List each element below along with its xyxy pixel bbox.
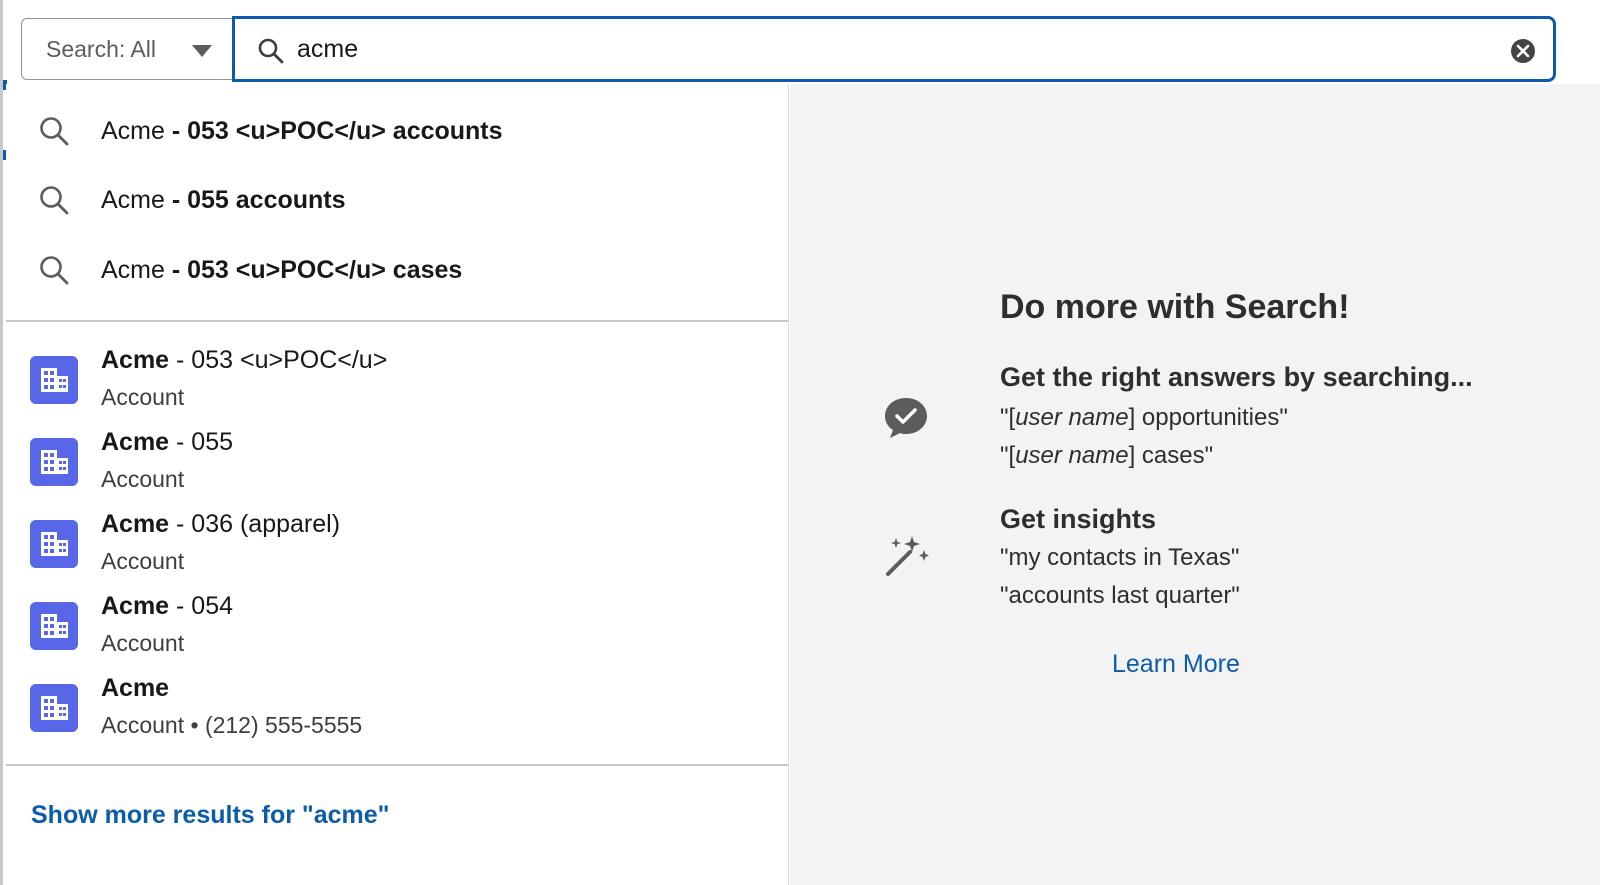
search-help-panel: Do more with Search! Get the right answe… (790, 84, 1600, 885)
result-item-account[interactable]: Acme - 053 <u>POC</u> Account (6, 346, 789, 428)
divider (6, 320, 789, 322)
result-subtitle: Account • (212) 555-5555 (101, 712, 363, 738)
help-section-heading: Get the right answers by searching... (1000, 362, 1473, 392)
result-subtitle: Account (101, 630, 185, 656)
search-icon (40, 117, 69, 146)
search-suggestion[interactable]: Acme - 055 accounts (6, 170, 789, 230)
help-example: "accounts last quarter" (1000, 582, 1240, 609)
result-title: Acme - 053 <u>POC</u> (101, 346, 388, 374)
search-icon (40, 256, 69, 285)
magic-wand-icon (886, 536, 929, 576)
result-item-account[interactable]: Acme - 036 (apparel) Account (6, 510, 789, 592)
help-section-heading: Get insights (1000, 504, 1157, 534)
search-scope-label: Search: All (46, 35, 156, 62)
search-input[interactable] (297, 29, 1497, 69)
help-example: "[user name] opportunities" (1000, 404, 1288, 431)
suggestion-text: Acme - 053 <u>POC</u> cases (101, 255, 463, 284)
result-subtitle: Account (101, 466, 185, 492)
account-icon (30, 438, 78, 486)
help-example: "[user name] cases" (1000, 442, 1214, 469)
show-more-results-link[interactable]: Show more results for "acme" (31, 801, 390, 830)
search-icon (40, 186, 69, 215)
result-item-account[interactable]: Acme - 054 Account (6, 592, 789, 674)
suggestion-text: Acme - 055 accounts (101, 185, 346, 214)
result-title: Acme - 036 (apparel) (101, 510, 341, 538)
search-suggestion[interactable]: Acme - 053 <u>POC</u> accounts (6, 101, 789, 161)
chat-check-icon (885, 398, 927, 438)
result-subtitle: Account (101, 384, 185, 410)
account-icon (30, 684, 78, 732)
search-scope-dropdown[interactable]: Search: All (21, 18, 233, 80)
account-icon (30, 602, 78, 650)
global-search-box[interactable] (232, 16, 1556, 82)
result-item-account[interactable]: Acme - 055 Account (6, 428, 789, 510)
result-title: Acme - 055 (101, 428, 234, 456)
search-icon (258, 38, 284, 64)
divider (6, 764, 789, 766)
search-results-panel: Acme - 053 <u>POC</u> accounts Acme - 05… (6, 84, 789, 885)
result-item-account[interactable]: Acme Account • (212) 555-5555 (6, 674, 789, 756)
suggestion-text: Acme - 053 <u>POC</u> accounts (101, 116, 503, 145)
result-title: Acme - 054 (101, 592, 234, 620)
search-suggestion[interactable]: Acme - 053 <u>POC</u> cases (6, 240, 789, 300)
clear-search-icon[interactable] (1509, 37, 1537, 65)
help-title: Do more with Search! (1000, 288, 1350, 326)
search-dropdown-frame: Search: All Acme - 053 <u>POC</u> accoun… (0, 0, 1600, 885)
caret-down-icon (192, 45, 212, 57)
account-icon (30, 356, 78, 404)
result-title: Acme (101, 674, 170, 702)
result-subtitle: Account (101, 548, 185, 574)
learn-more-link[interactable]: Learn More (1112, 650, 1240, 679)
account-icon (30, 520, 78, 568)
help-example: "my contacts in Texas" (1000, 544, 1240, 571)
